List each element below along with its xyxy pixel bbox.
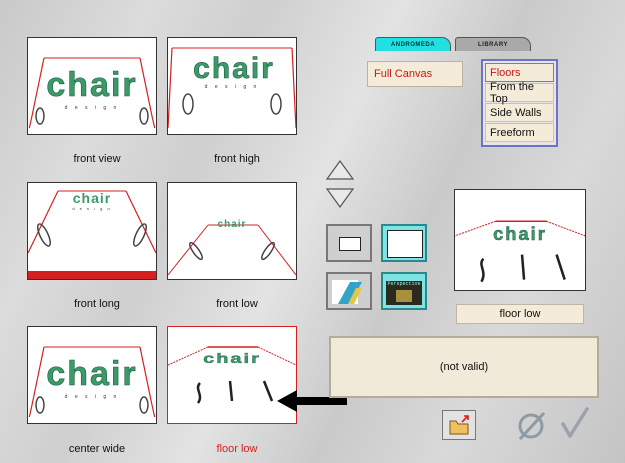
thumbnail-label: front view — [73, 153, 121, 165]
tab-andromeda[interactable]: ANDROMEDA — [375, 37, 451, 51]
thumbnail-front-view[interactable] — [27, 37, 157, 135]
thumbnail-center-wide[interactable] — [27, 326, 157, 424]
open-folder-icon — [449, 415, 469, 435]
scene-thumbnail — [28, 38, 156, 134]
thumbnail-label: front long — [74, 298, 120, 310]
cancel-icon[interactable] — [516, 409, 548, 441]
small-frame-button[interactable] — [326, 224, 372, 262]
thumbnail-label: front low — [216, 298, 258, 310]
perspective-label: Perspective — [387, 281, 421, 287]
scene-thumbnail — [168, 183, 296, 279]
scene-thumbnail — [168, 38, 296, 134]
preview-logo: chair — [493, 223, 547, 244]
menu-item-from-the-top[interactable]: From the Top — [485, 81, 554, 105]
tab-library[interactable]: LIBRARY — [455, 37, 531, 51]
preview-label: floor low — [456, 304, 584, 324]
status-text: (not valid) — [439, 361, 489, 373]
perspective-scene — [396, 290, 412, 302]
menu-item-freeform[interactable]: Freeform — [485, 123, 554, 142]
scene-thumbnail — [28, 183, 156, 279]
thumbnail-front-long[interactable] — [27, 182, 157, 280]
open-folder-button[interactable] — [442, 410, 476, 440]
thumbnail-label: center wide — [68, 443, 126, 455]
thumbnail-front-low[interactable] — [167, 182, 297, 280]
thumbnail-label-selected: floor low — [216, 443, 258, 455]
preview-image: chair — [454, 189, 586, 291]
perspective-button[interactable]: Perspective — [381, 272, 427, 310]
view-menu: Floors From the Top Side Walls Freeform — [481, 59, 558, 147]
preview-scene: chair — [455, 220, 585, 283]
thumbnail-label: front high — [214, 153, 260, 165]
status-panel: (not valid) — [329, 336, 599, 398]
thumbnail-front-high[interactable] — [167, 37, 297, 135]
large-frame-button[interactable] — [381, 224, 427, 262]
menu-item-floors[interactable]: Floors — [485, 63, 554, 82]
down-arrow-icon[interactable] — [326, 188, 354, 208]
perspective-image-icon: Perspective — [386, 281, 422, 305]
small-frame-icon — [339, 237, 361, 251]
up-arrow-icon[interactable] — [326, 160, 354, 180]
canvas-mode-field[interactable]: Full Canvas — [367, 61, 463, 87]
large-frame-icon — [387, 230, 423, 258]
scene-thumbnail — [28, 327, 156, 423]
checkmark-icon[interactable] — [560, 406, 590, 440]
floor-layer-button[interactable] — [326, 272, 372, 310]
menu-item-side-walls[interactable]: Side Walls — [485, 103, 554, 122]
floor-layer-icon — [332, 280, 362, 304]
